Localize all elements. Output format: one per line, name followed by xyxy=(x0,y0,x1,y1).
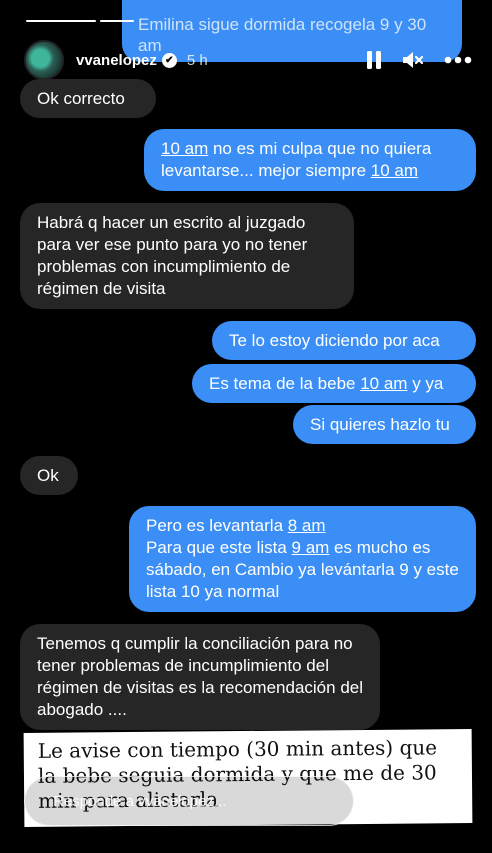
message-fragment: Pero es levantarla xyxy=(146,516,288,535)
outgoing-message: Te lo estoy diciendo por aca xyxy=(212,321,476,360)
outgoing-message: Es tema de la bebe 10 am y ya xyxy=(192,364,476,403)
reply-input[interactable] xyxy=(51,791,335,811)
verified-badge-icon: ✔ xyxy=(161,52,177,68)
message-text: Te lo estoy diciendo por aca xyxy=(229,330,459,352)
message-text: Es tema de la bebe 10 am y ya xyxy=(209,373,459,395)
story-progress xyxy=(26,20,474,22)
message-text: Ok correcto xyxy=(37,88,139,110)
outgoing-message: Si quieres hazlo tu xyxy=(293,405,476,444)
linked-time[interactable]: 9 am xyxy=(292,538,330,557)
incoming-message: Ok xyxy=(20,456,78,495)
progress-segment xyxy=(100,20,134,22)
progress-segment xyxy=(26,20,96,22)
linked-time[interactable]: 10 am xyxy=(360,374,407,393)
message-fragment: Ok correcto xyxy=(37,88,125,108)
message-text: Ok xyxy=(37,465,61,487)
message-text: 10 am no es mi culpa que no quiera levan… xyxy=(161,138,459,182)
progress-segment xyxy=(138,20,474,22)
incoming-message: Habrá q hacer un escrito al juzgado para… xyxy=(20,203,354,309)
story-header: vvanelopez ✔ 5 h xyxy=(24,38,472,82)
pause-icon[interactable] xyxy=(366,50,382,70)
story-viewer: Emilina sigue dormida recogela 9 y 30 am… xyxy=(0,0,492,853)
linked-time[interactable]: 8 am xyxy=(288,516,326,535)
time-ago: 5 h xyxy=(186,51,208,69)
message-fragment: Habrá q hacer un escrito al juzgado para… xyxy=(37,213,308,298)
more-options-icon[interactable] xyxy=(444,56,472,64)
message-text: Si quieres hazlo tu xyxy=(310,414,459,436)
linked-time[interactable]: 10 am xyxy=(161,139,208,158)
linked-time[interactable]: 10 am xyxy=(371,161,418,180)
message-fragment: Si quieres hazlo tu xyxy=(310,414,450,434)
message-fragment: Te lo estoy diciendo por aca xyxy=(229,330,440,350)
message-fragment: Es tema de la bebe xyxy=(209,373,361,393)
outgoing-message: 10 am no es mi culpa que no quiera levan… xyxy=(144,129,476,191)
message-text: Tenemos q cumplir la conciliación para n… xyxy=(37,633,363,721)
message-text: Habrá q hacer un escrito al juzgado para… xyxy=(37,212,337,300)
message-fragment: Tenemos q cumplir la conciliación para n… xyxy=(37,634,364,719)
outgoing-message: Pero es levantarla 8 am Para que este lis… xyxy=(129,506,476,612)
incoming-message: Ok correcto xyxy=(20,79,156,118)
reply-bar[interactable] xyxy=(24,776,354,826)
message-fragment: Ok xyxy=(37,465,59,485)
message-fragment: Para que este lista xyxy=(146,538,292,557)
message-fragment: y ya xyxy=(407,373,444,393)
speaker-muted-icon[interactable] xyxy=(402,50,424,70)
username[interactable]: vvanelopez xyxy=(76,52,157,69)
incoming-message: Tenemos q cumplir la conciliación para n… xyxy=(20,624,380,730)
send-icon[interactable] xyxy=(422,784,452,812)
avatar[interactable] xyxy=(24,40,64,80)
heart-icon[interactable] xyxy=(369,784,401,814)
message-text: Pero es levantarla 8 am Para que este lis… xyxy=(146,515,459,603)
